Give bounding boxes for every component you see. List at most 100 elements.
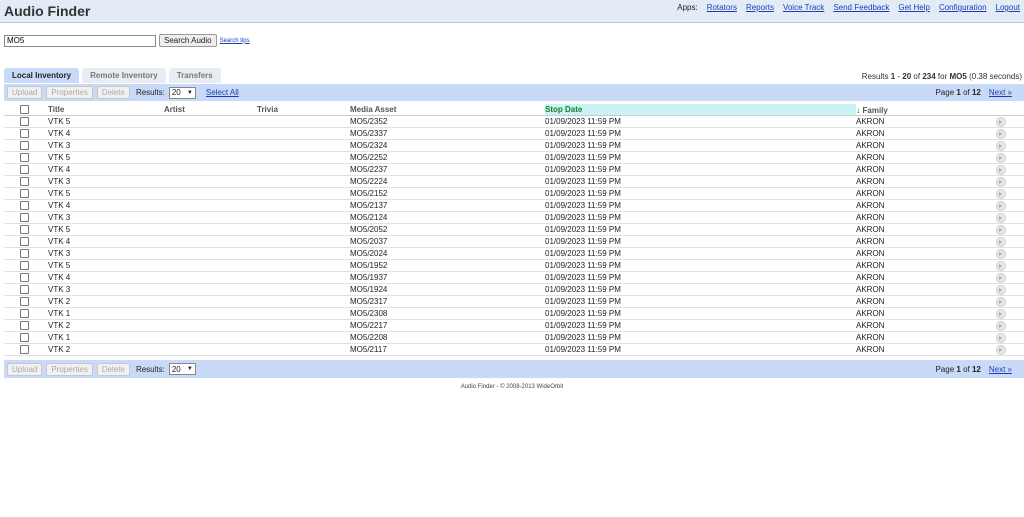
- nav-link-rotators[interactable]: Rotators: [707, 3, 737, 12]
- delete-button-bottom[interactable]: Delete: [96, 362, 130, 376]
- play-arrow-icon[interactable]: [996, 236, 1006, 247]
- column-header-family[interactable]: ↓ Family: [856, 104, 996, 116]
- row-action-cell: [996, 139, 1024, 152]
- tab-remote-inventory[interactable]: Remote Inventory: [82, 68, 166, 83]
- column-header-artist[interactable]: Artist: [164, 104, 257, 116]
- delete-button[interactable]: Delete: [96, 86, 130, 99]
- cell-media-asset: MO5/1937: [350, 271, 545, 284]
- column-header-media-asset[interactable]: Media Asset: [350, 104, 545, 116]
- row-checkbox[interactable]: [20, 117, 29, 127]
- cell-family: AKRON: [856, 343, 996, 356]
- row-checkbox[interactable]: [20, 297, 29, 307]
- table-row[interactable]: VTK 4 MO5/2137 01/09/2023 11:59 PM AKRON: [4, 199, 1024, 212]
- table-row[interactable]: VTK 4 MO5/2337 01/09/2023 11:59 PM AKRON: [4, 127, 1024, 140]
- table-row[interactable]: VTK 2 MO5/2317 01/09/2023 11:59 PM AKRON: [4, 295, 1024, 308]
- next-page-link-bottom[interactable]: Next »: [989, 365, 1012, 374]
- search-tips-link[interactable]: Search tips: [220, 38, 250, 44]
- table-row[interactable]: VTK 5 MO5/2152 01/09/2023 11:59 PM AKRON: [4, 187, 1024, 200]
- table-row[interactable]: VTK 3 MO5/2024 01/09/2023 11:59 PM AKRON: [4, 247, 1024, 260]
- table-row[interactable]: VTK 5 MO5/2352 01/09/2023 11:59 PM AKRON: [4, 115, 1024, 128]
- table-row[interactable]: VTK 4 MO5/2237 01/09/2023 11:59 PM AKRON: [4, 163, 1024, 176]
- table-row[interactable]: VTK 1 MO5/2208 01/09/2023 11:59 PM AKRON: [4, 331, 1024, 344]
- table-row[interactable]: VTK 3 MO5/2124 01/09/2023 11:59 PM AKRON: [4, 211, 1024, 224]
- play-arrow-icon[interactable]: [996, 248, 1006, 259]
- row-checkbox[interactable]: [20, 261, 29, 271]
- play-arrow-icon[interactable]: [996, 200, 1006, 211]
- select-all-link[interactable]: Select All: [206, 88, 239, 97]
- row-checkbox[interactable]: [20, 309, 29, 319]
- nav-link-send-feedback[interactable]: Send Feedback: [833, 3, 889, 12]
- column-header-trivia[interactable]: Trivia: [257, 104, 350, 116]
- play-arrow-icon[interactable]: [996, 296, 1006, 307]
- toolbar-bottom: Upload Properties Delete Results: 20 ▼ P…: [4, 360, 1024, 378]
- column-header-stop-date[interactable]: Stop Date: [545, 104, 856, 116]
- row-checkbox[interactable]: [20, 273, 29, 283]
- table-row[interactable]: VTK 5 MO5/2252 01/09/2023 11:59 PM AKRON: [4, 151, 1024, 164]
- row-checkbox[interactable]: [20, 213, 29, 223]
- play-arrow-icon[interactable]: [996, 128, 1006, 139]
- row-checkbox[interactable]: [20, 321, 29, 331]
- table-row[interactable]: VTK 1 MO5/2308 01/09/2023 11:59 PM AKRON: [4, 307, 1024, 320]
- column-header-title[interactable]: Title: [48, 104, 164, 116]
- table-row[interactable]: VTK 5 MO5/2052 01/09/2023 11:59 PM AKRON: [4, 223, 1024, 236]
- play-arrow-icon[interactable]: [996, 344, 1006, 355]
- cell-title: VTK 5: [48, 187, 164, 200]
- next-page-link[interactable]: Next »: [989, 88, 1012, 97]
- play-arrow-icon[interactable]: [996, 176, 1006, 187]
- table-row[interactable]: VTK 2 MO5/2217 01/09/2023 11:59 PM AKRON: [4, 319, 1024, 332]
- table-row[interactable]: VTK 3 MO5/1924 01/09/2023 11:59 PM AKRON: [4, 283, 1024, 296]
- table-row[interactable]: VTK 3 MO5/2324 01/09/2023 11:59 PM AKRON: [4, 139, 1024, 152]
- play-arrow-icon[interactable]: [996, 308, 1006, 319]
- play-arrow-icon[interactable]: [996, 152, 1006, 163]
- upload-button-bottom[interactable]: Upload: [7, 362, 43, 376]
- play-arrow-icon[interactable]: [996, 140, 1006, 151]
- play-arrow-icon[interactable]: [996, 332, 1006, 343]
- row-checkbox[interactable]: [20, 153, 29, 163]
- nav-link-voice-track[interactable]: Voice Track: [783, 3, 824, 12]
- table-row[interactable]: VTK 4 MO5/2037 01/09/2023 11:59 PM AKRON: [4, 235, 1024, 248]
- table-row[interactable]: VTK 4 MO5/1937 01/09/2023 11:59 PM AKRON: [4, 271, 1024, 284]
- play-arrow-icon[interactable]: [996, 116, 1006, 127]
- properties-button-bottom[interactable]: Properties: [46, 362, 93, 376]
- table-row[interactable]: VTK 2 MO5/2117 01/09/2023 11:59 PM AKRON: [4, 343, 1024, 356]
- results-per-page-select[interactable]: 20 ▼: [168, 86, 196, 99]
- cell-trivia: [257, 235, 350, 248]
- row-checkbox[interactable]: [20, 201, 29, 211]
- row-checkbox[interactable]: [20, 345, 29, 355]
- row-checkbox[interactable]: [20, 177, 29, 187]
- play-arrow-icon[interactable]: [996, 212, 1006, 223]
- search-input[interactable]: [4, 34, 156, 47]
- row-checkbox[interactable]: [20, 237, 29, 247]
- search-audio-button[interactable]: Search Audio: [159, 34, 217, 47]
- row-checkbox[interactable]: [20, 129, 29, 139]
- cell-trivia: [257, 331, 350, 344]
- tab-transfers[interactable]: Transfers: [168, 68, 221, 83]
- play-arrow-icon[interactable]: [996, 284, 1006, 295]
- row-checkbox[interactable]: [20, 189, 29, 199]
- play-arrow-icon[interactable]: [996, 260, 1006, 271]
- results-per-page-select-bottom[interactable]: 20 ▼: [168, 363, 196, 375]
- nav-link-configuration[interactable]: Configuration: [939, 3, 987, 12]
- nav-link-logout[interactable]: Logout: [996, 3, 1020, 12]
- tab-local-inventory[interactable]: Local Inventory: [4, 68, 80, 83]
- table-row[interactable]: VTK 5 MO5/1952 01/09/2023 11:59 PM AKRON: [4, 259, 1024, 272]
- row-checkbox[interactable]: [20, 141, 29, 151]
- row-checkbox[interactable]: [20, 249, 29, 259]
- row-checkbox[interactable]: [20, 225, 29, 235]
- nav-link-get-help[interactable]: Get Help: [898, 3, 930, 12]
- table-row[interactable]: VTK 3 MO5/2224 01/09/2023 11:59 PM AKRON: [4, 175, 1024, 188]
- play-arrow-icon[interactable]: [996, 224, 1006, 235]
- play-arrow-icon[interactable]: [996, 188, 1006, 199]
- cell-family: AKRON: [856, 247, 996, 260]
- upload-button[interactable]: Upload: [7, 86, 43, 99]
- play-arrow-icon[interactable]: [996, 320, 1006, 331]
- select-all-checkbox[interactable]: [20, 105, 29, 115]
- row-checkbox[interactable]: [20, 285, 29, 295]
- play-arrow-icon[interactable]: [996, 272, 1006, 283]
- row-checkbox[interactable]: [20, 165, 29, 175]
- properties-button[interactable]: Properties: [46, 86, 93, 99]
- cell-family: AKRON: [856, 235, 996, 248]
- nav-link-reports[interactable]: Reports: [746, 3, 774, 12]
- play-arrow-icon[interactable]: [996, 164, 1006, 175]
- row-checkbox[interactable]: [20, 333, 29, 343]
